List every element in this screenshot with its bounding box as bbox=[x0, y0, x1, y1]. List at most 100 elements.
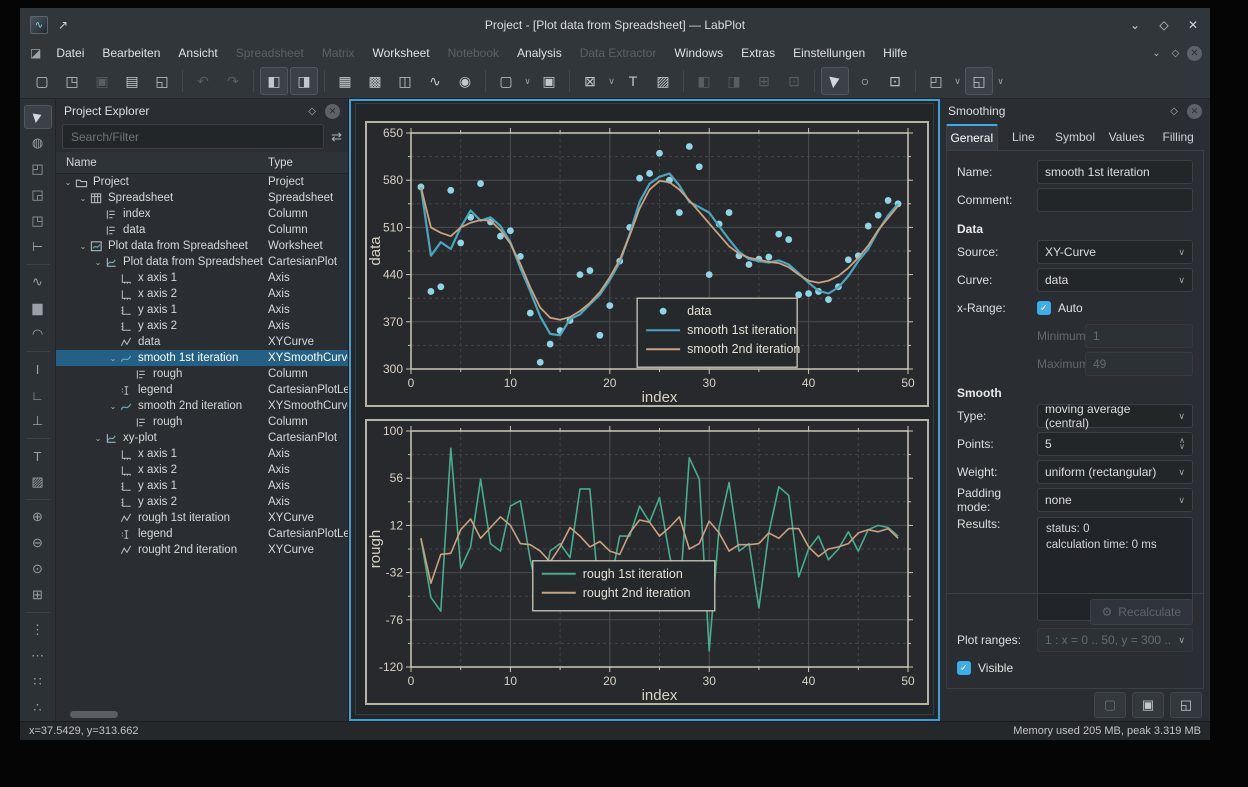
add-image-button[interactable]: ▨ bbox=[24, 470, 52, 494]
expander-icon[interactable]: ⌄ bbox=[77, 194, 89, 203]
auto-label[interactable]: Auto bbox=[1058, 301, 1083, 315]
tree-row[interactable]: ⌄SpreadsheetSpreadsheet bbox=[56, 190, 348, 206]
recalculate-button[interactable]: ⚙ Recalculate bbox=[1090, 599, 1193, 625]
new-workbook-button[interactable]: ◫ bbox=[391, 67, 419, 95]
magnification-button[interactable]: ◰ bbox=[922, 67, 950, 95]
menu-datei[interactable]: Datei bbox=[47, 46, 93, 60]
new-note-button[interactable]: ▣ bbox=[535, 67, 563, 95]
name-field[interactable]: smooth 1st iteration bbox=[1037, 160, 1193, 184]
tree-row[interactable]: ⌄xy-plotCartesianPlot bbox=[56, 430, 348, 446]
plot-navigation-button[interactable]: ◱ bbox=[965, 67, 993, 95]
tree-row[interactable]: y axis 2Axis bbox=[56, 318, 348, 334]
weight-combo[interactable]: uniform (rectangular) ∨ bbox=[1037, 460, 1193, 484]
add-vertical-axis-button[interactable]: ⊥ bbox=[24, 409, 52, 433]
tree-row[interactable]: x axis 1Axis bbox=[56, 270, 348, 286]
tree-row[interactable]: x axis 2Axis bbox=[56, 286, 348, 302]
tree-row[interactable]: indexColumn bbox=[56, 206, 348, 222]
expander-icon[interactable]: ⌄ bbox=[62, 178, 74, 187]
tree-row[interactable]: legendCartesianPlotLegend bbox=[56, 526, 348, 542]
type-combo[interactable]: moving average (central) ∨ bbox=[1037, 404, 1193, 428]
minimize-button[interactable]: ⌄ bbox=[1128, 18, 1142, 32]
zoom-origin-button[interactable]: ⊙ bbox=[24, 557, 52, 581]
tree-row[interactable]: ⌄Plot data from SpreadsheetCartesianPlot bbox=[56, 254, 348, 270]
measure-button[interactable]: ⊢ bbox=[24, 235, 52, 259]
zoom-in-button[interactable]: ⊕ bbox=[24, 505, 52, 529]
add-fit-button[interactable]: ◠ bbox=[24, 322, 52, 346]
worksheet-view[interactable]: 01020304050300370440510580650indexdatada… bbox=[349, 99, 940, 721]
maximize-button[interactable]: ◇ bbox=[1157, 18, 1171, 32]
menu-einstellungen[interactable]: Einstellungen bbox=[784, 46, 874, 60]
vertical-layout-button[interactable]: ◧ bbox=[690, 67, 718, 95]
tab-symbol[interactable]: Symbol bbox=[1049, 124, 1101, 150]
horizontal-scrollbar[interactable] bbox=[70, 711, 118, 718]
grid-layout-button[interactable]: ⊞ bbox=[750, 67, 778, 95]
tree-row[interactable]: x axis 2Axis bbox=[56, 462, 348, 478]
add-image-button[interactable]: ▨ bbox=[649, 67, 677, 95]
new-worksheet-button[interactable]: ▢ bbox=[492, 67, 520, 95]
close-dock-icon[interactable]: ✕ bbox=[1187, 104, 1202, 119]
load-template-button[interactable]: ▢ bbox=[1094, 692, 1126, 718]
auto-checkbox[interactable]: ✓ bbox=[1037, 301, 1051, 315]
save-template-button[interactable]: ▣ bbox=[1132, 692, 1164, 718]
tree-row[interactable]: roughColumn bbox=[56, 414, 348, 430]
export-button[interactable]: ◱ bbox=[148, 67, 176, 95]
tree-row[interactable]: legendCartesianPlotLegend bbox=[56, 382, 348, 398]
menu-analysis[interactable]: Analysis bbox=[508, 46, 571, 60]
zoom-select-button[interactable]: ⊡ bbox=[881, 67, 909, 95]
float-dock-icon[interactable]: ◇ bbox=[1170, 106, 1178, 117]
document-save-button[interactable]: ▣ bbox=[88, 67, 116, 95]
tab-general[interactable]: General bbox=[946, 124, 998, 150]
menu-hilfe[interactable]: Hilfe bbox=[874, 46, 916, 60]
tree-row[interactable]: dataXYCurve bbox=[56, 334, 348, 350]
edit-undo-button[interactable]: ↶ bbox=[189, 67, 217, 95]
tree-row[interactable]: ⌄smooth 2nd iterationXYSmoothCurve bbox=[56, 398, 348, 414]
column-header-name[interactable]: Name bbox=[56, 157, 97, 169]
xy-plot[interactable]: 01020304050-120-76-321256100indexroughro… bbox=[365, 419, 929, 705]
expander-icon[interactable]: ⌄ bbox=[107, 402, 119, 411]
add-text-label-button[interactable]: T bbox=[619, 67, 647, 95]
add-legend-button[interactable]: I bbox=[24, 357, 52, 381]
new-matrix-button[interactable]: ▩ bbox=[361, 67, 389, 95]
close-dock-icon[interactable]: ✕ bbox=[325, 104, 340, 119]
tree-row[interactable]: dataColumn bbox=[56, 222, 348, 238]
select-cursor-button[interactable] bbox=[821, 67, 849, 95]
align-left-button[interactable]: ∷ bbox=[24, 670, 52, 694]
save-as-template-button[interactable]: ◱ bbox=[1170, 692, 1202, 718]
navigate-hand-button[interactable]: ○ bbox=[851, 67, 879, 95]
new-worksheet-dropdown-icon[interactable]: ∨ bbox=[522, 68, 533, 94]
tree-row[interactable]: y axis 1Axis bbox=[56, 302, 348, 318]
new-spreadsheet-button[interactable]: ▦ bbox=[331, 67, 359, 95]
add-text-label-button[interactable]: T bbox=[24, 444, 52, 468]
tree-column-header[interactable]: Name Type bbox=[56, 152, 348, 174]
tree-row[interactable]: y axis 1Axis bbox=[56, 478, 348, 494]
zoom-select-button[interactable]: ◰ bbox=[24, 157, 52, 181]
source-combo[interactable]: XY-Curve ∨ bbox=[1037, 240, 1193, 264]
close-button[interactable]: ✕ bbox=[1186, 18, 1200, 32]
float-dock-icon[interactable]: ◇ bbox=[308, 106, 316, 117]
mdi-minimize-button[interactable]: ⌄ bbox=[1149, 46, 1164, 61]
filter-options-icon[interactable]: ⇄ bbox=[331, 129, 342, 145]
align-top-button[interactable]: ⋮ bbox=[24, 618, 52, 642]
horizontal-layout-button[interactable]: ◨ bbox=[720, 67, 748, 95]
tab-values[interactable]: Values bbox=[1101, 124, 1153, 150]
menu-windows[interactable]: Windows bbox=[665, 46, 732, 60]
maximum-field[interactable]: 49 bbox=[1085, 352, 1193, 376]
zoom-mode-button[interactable]: ⊠ bbox=[576, 67, 604, 95]
tab-filling[interactable]: Filling bbox=[1152, 124, 1204, 150]
zoom-y-button[interactable]: ◳ bbox=[24, 209, 52, 233]
add-xy-curve-button[interactable]: ∿ bbox=[24, 270, 52, 294]
tree-row[interactable]: y axis 2Axis bbox=[56, 494, 348, 510]
add-horizontal-axis-button[interactable]: ∟ bbox=[24, 383, 52, 407]
edit-redo-button[interactable]: ↷ bbox=[219, 67, 247, 95]
padding-mode-combo[interactable]: none ∨ bbox=[1037, 488, 1193, 512]
tree-row[interactable]: roughColumn bbox=[56, 366, 348, 382]
plot-navigation-dropdown-icon[interactable]: ∨ bbox=[995, 68, 1006, 94]
snap-grid-button[interactable]: ⊞ bbox=[24, 583, 52, 607]
tree-row[interactable]: ⌄Plot data from SpreadsheetWorksheet bbox=[56, 238, 348, 254]
expander-icon[interactable]: ⌄ bbox=[77, 242, 89, 251]
worksheet-cursor-button[interactable] bbox=[24, 105, 52, 129]
new-plot-button[interactable]: ∿ bbox=[421, 67, 449, 95]
document-new-button[interactable]: ▢ bbox=[28, 67, 56, 95]
document-print-button[interactable]: ▤ bbox=[118, 67, 146, 95]
tree-row[interactable]: rough 1st iterationXYCurve bbox=[56, 510, 348, 526]
